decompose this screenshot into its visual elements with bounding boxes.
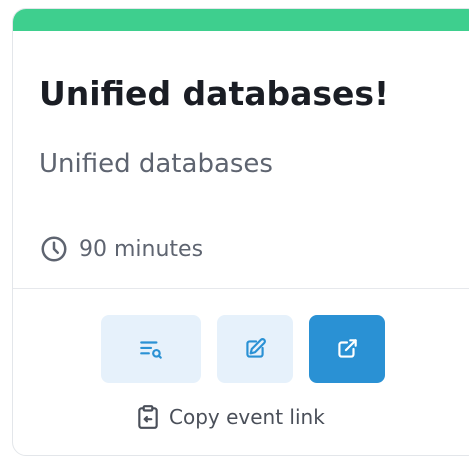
external-link-icon xyxy=(338,339,357,358)
duration-text: 90 minutes xyxy=(79,236,204,262)
copy-event-link-button[interactable]: Copy event link xyxy=(135,404,325,430)
edit-button[interactable] xyxy=(217,315,293,383)
view-details-button[interactable] xyxy=(101,315,201,383)
card-accent-stripe xyxy=(13,9,469,31)
card-divider xyxy=(13,288,469,289)
event-card: Unified databases! Unified databases 90 … xyxy=(12,8,469,456)
event-duration: 90 minutes xyxy=(39,232,203,266)
clock-icon xyxy=(41,236,67,262)
open-event-button[interactable] xyxy=(309,315,385,383)
event-subtitle: Unified databases xyxy=(39,149,273,179)
list-search-icon xyxy=(140,341,162,359)
event-title: Unified databases! xyxy=(39,74,390,113)
clipboard-copy-icon xyxy=(138,405,158,429)
copy-event-link-label: Copy event link xyxy=(169,405,325,429)
edit-icon xyxy=(246,338,266,358)
action-buttons xyxy=(101,315,385,383)
